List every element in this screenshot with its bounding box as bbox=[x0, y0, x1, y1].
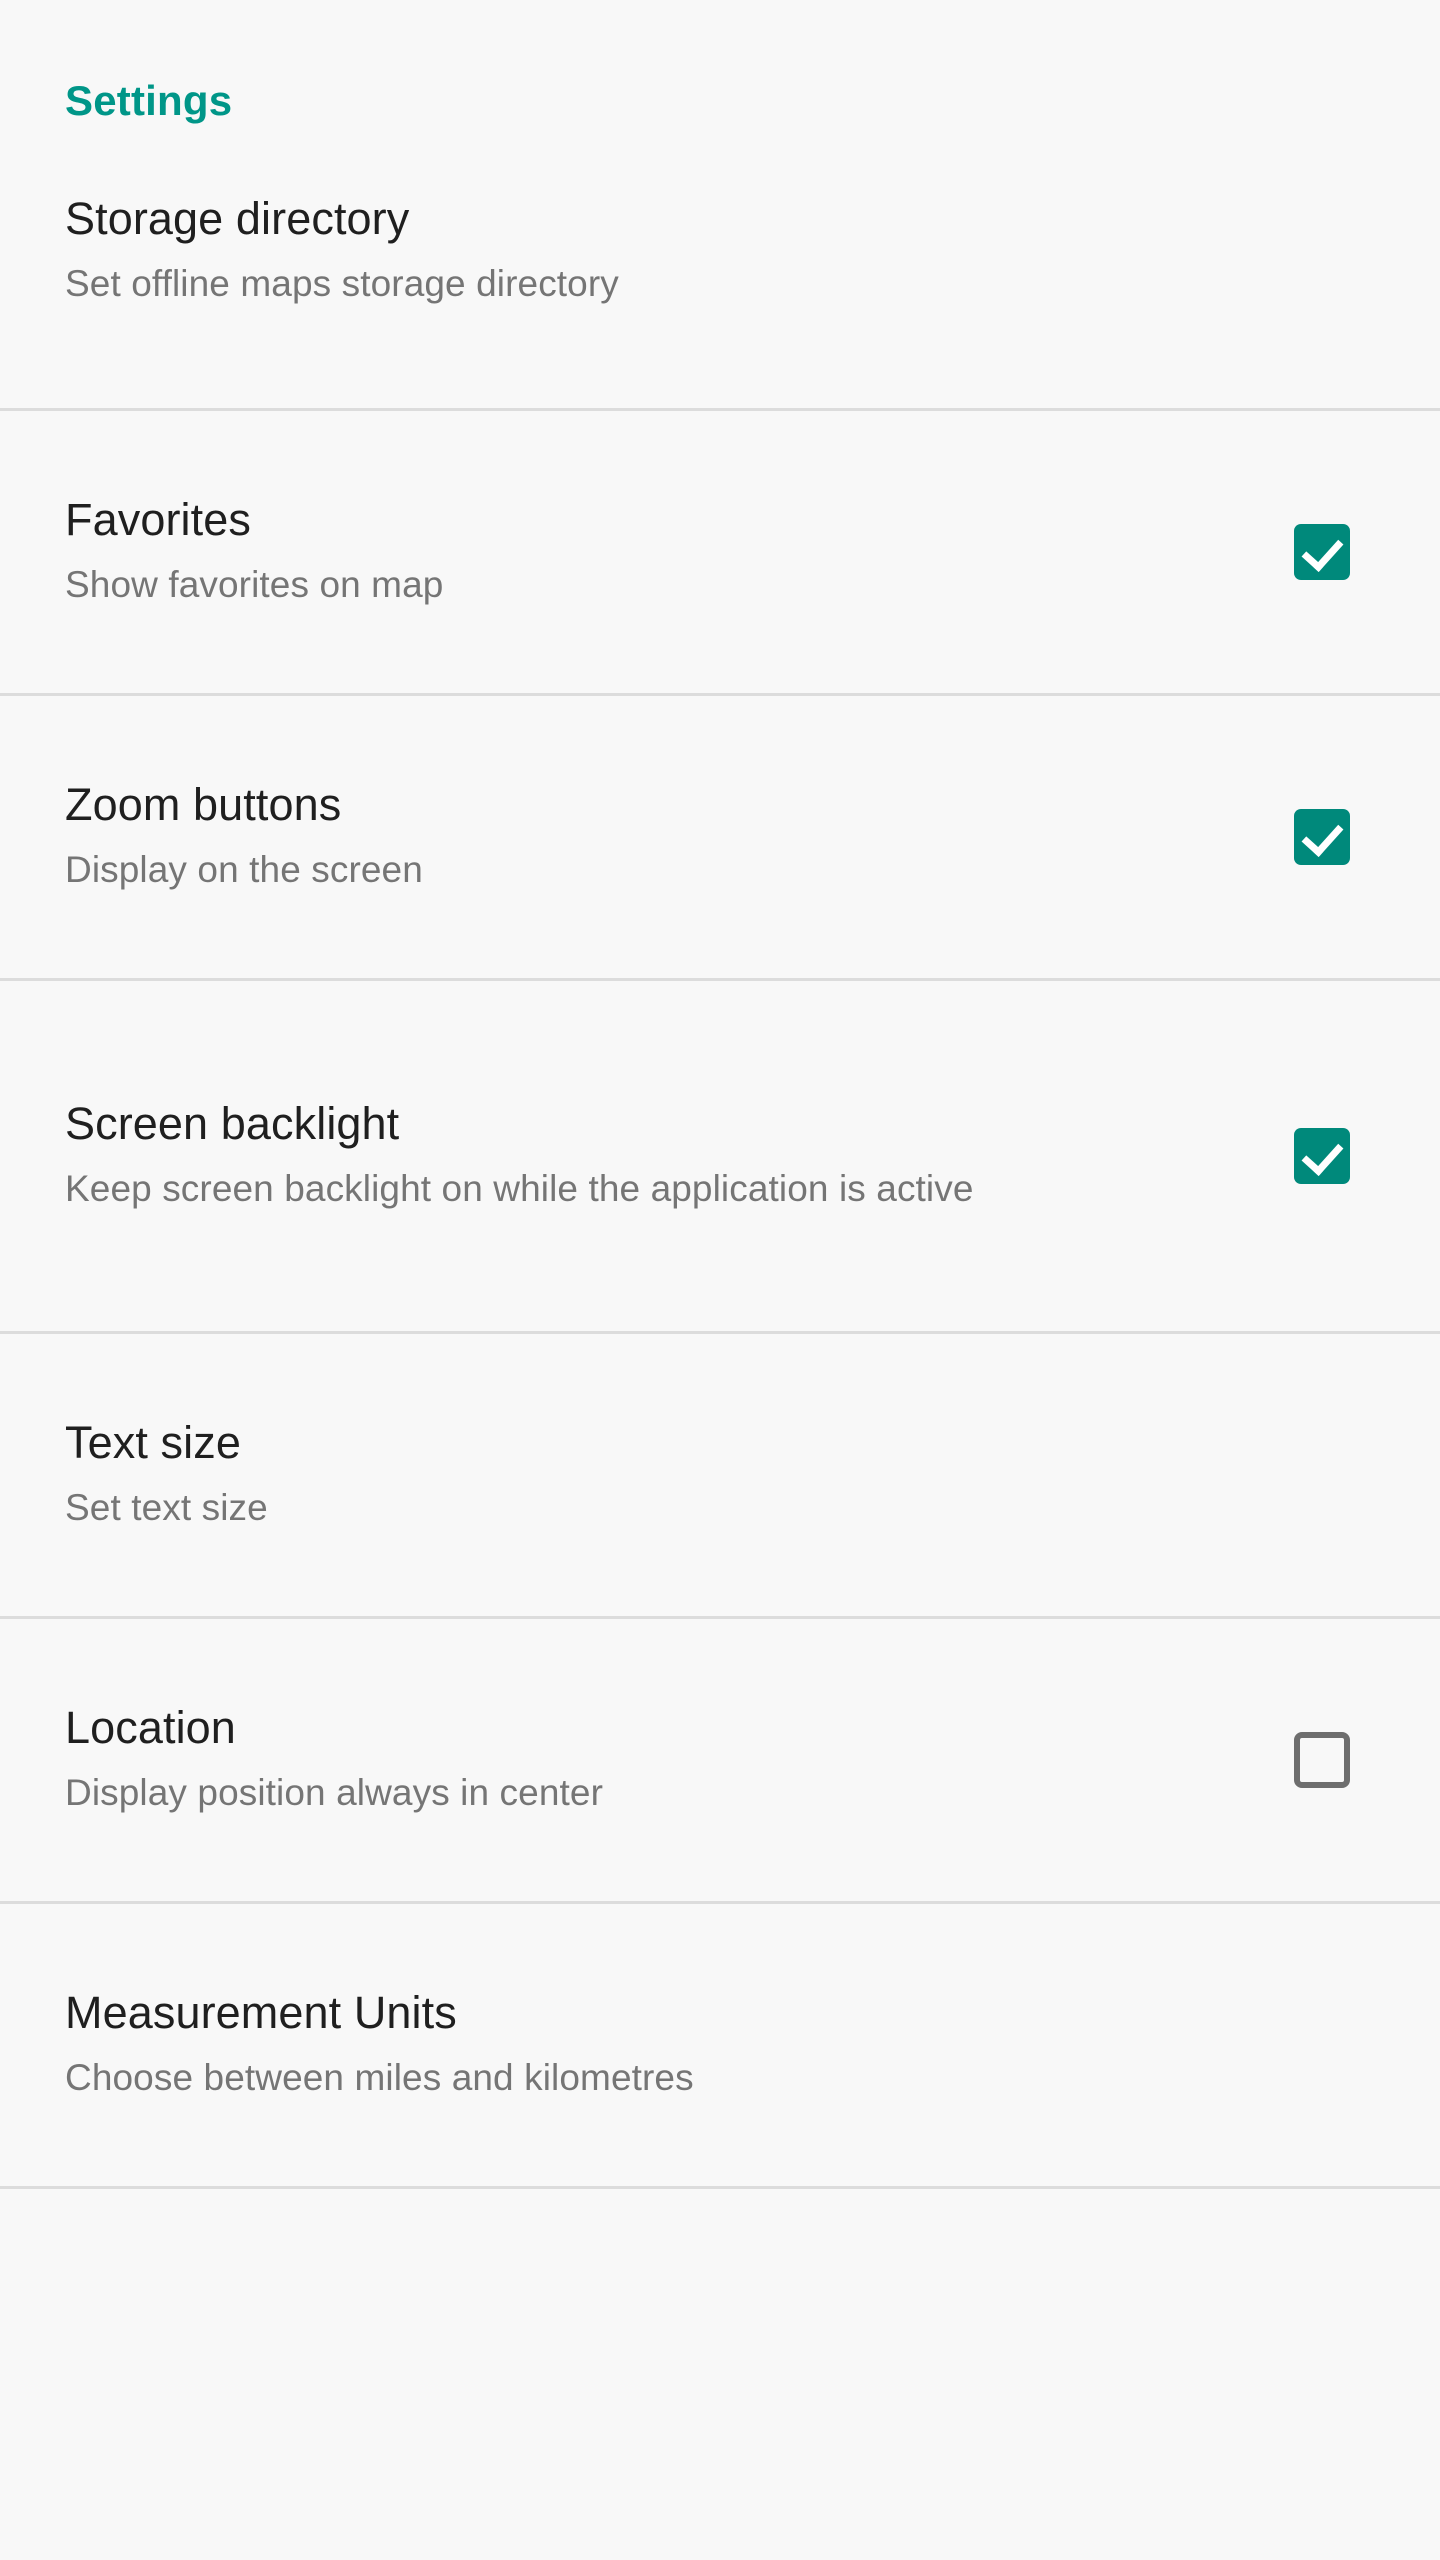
preference-text: Text size Set text size bbox=[65, 1416, 268, 1532]
preference-title: Zoom buttons bbox=[65, 778, 342, 830]
preference-summary: Show favorites on map bbox=[65, 564, 444, 606]
preference-summary: Keep screen backlight on while the appli… bbox=[65, 1168, 974, 1210]
empty-area bbox=[0, 2189, 1440, 2560]
preference-row-screen-backlight[interactable]: Screen backlight Keep screen backlight o… bbox=[0, 981, 1440, 1331]
settings-screen: Settings Storage directory Set offline m… bbox=[0, 0, 1440, 2560]
preference-text: Storage directory Set offline maps stora… bbox=[65, 193, 619, 308]
preference-title: Screen backlight bbox=[65, 1097, 400, 1149]
preference-row-text-size[interactable]: Text size Set text size bbox=[0, 1334, 1440, 1616]
preference-list: Storage directory Set offline maps stora… bbox=[0, 168, 1440, 2189]
preference-row-storage-directory[interactable]: Storage directory Set offline maps stora… bbox=[0, 168, 1440, 408]
screen-header: Settings bbox=[0, 0, 1440, 168]
preference-title: Measurement Units bbox=[65, 1986, 457, 2038]
preference-text: Zoom buttons Display on the screen bbox=[65, 778, 423, 894]
checkbox-zoom-buttons[interactable] bbox=[1294, 809, 1350, 865]
preference-summary: Set offline maps storage directory bbox=[65, 263, 619, 305]
preference-row-measurement-units[interactable]: Measurement Units Choose between miles a… bbox=[0, 1904, 1440, 2186]
preference-text: Location Display position always in cent… bbox=[65, 1701, 603, 1817]
preference-summary: Set text size bbox=[65, 1487, 268, 1529]
preference-text: Favorites Show favorites on map bbox=[65, 493, 444, 609]
preference-title: Location bbox=[65, 1701, 236, 1753]
preference-summary: Choose between miles and kilometres bbox=[65, 2057, 694, 2099]
preference-title: Favorites bbox=[65, 493, 251, 545]
checkbox-location[interactable] bbox=[1294, 1732, 1350, 1788]
preference-summary: Display on the screen bbox=[65, 849, 423, 891]
checkbox-screen-backlight[interactable] bbox=[1294, 1128, 1350, 1184]
preference-text: Screen backlight Keep screen backlight o… bbox=[65, 1097, 974, 1213]
preference-title: Text size bbox=[65, 1416, 241, 1468]
preference-summary: Display position always in center bbox=[65, 1772, 603, 1814]
preference-title: Storage directory bbox=[65, 193, 410, 244]
preference-row-favorites[interactable]: Favorites Show favorites on map bbox=[0, 411, 1440, 693]
preference-row-zoom-buttons[interactable]: Zoom buttons Display on the screen bbox=[0, 696, 1440, 978]
page-title: Settings bbox=[65, 77, 233, 124]
checkbox-favorites[interactable] bbox=[1294, 524, 1350, 580]
preference-row-location[interactable]: Location Display position always in cent… bbox=[0, 1619, 1440, 1901]
preference-text: Measurement Units Choose between miles a… bbox=[65, 1986, 694, 2102]
